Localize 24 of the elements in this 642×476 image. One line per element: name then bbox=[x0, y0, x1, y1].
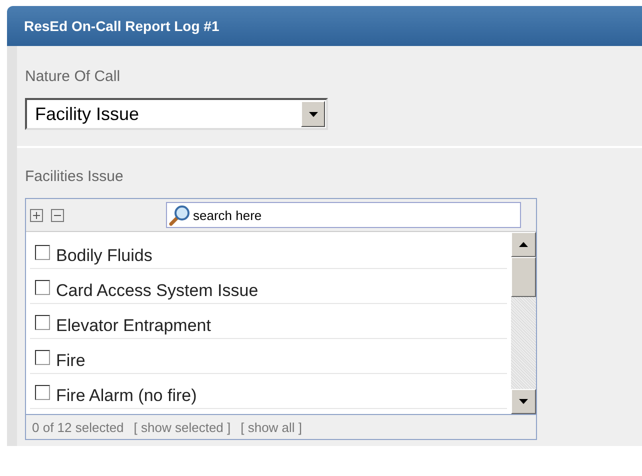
search-icon bbox=[169, 204, 191, 226]
option-label[interactable]: Fire Alarm (no fire) bbox=[56, 386, 197, 406]
checkbox[interactable] bbox=[35, 245, 50, 260]
show-all-link[interactable]: [ show all ] bbox=[240, 420, 302, 434]
field-label: Facilities Issue bbox=[25, 168, 124, 185]
option-label[interactable]: Card Access System Issue bbox=[56, 281, 258, 301]
window-title: ResEd On-Call Report Log #1 bbox=[24, 18, 220, 34]
scrollbar[interactable] bbox=[511, 232, 536, 414]
nature-select[interactable]: Facility Issue bbox=[25, 98, 328, 130]
scroll-down-icon[interactable] bbox=[519, 399, 528, 404]
checkbox[interactable] bbox=[35, 315, 50, 330]
option-label[interactable]: Bodily Fluids bbox=[56, 246, 152, 266]
option-label[interactable]: Elevator Entrapment bbox=[56, 316, 211, 336]
show-selected-link[interactable]: [ show selected ] bbox=[134, 420, 231, 434]
expand-icon[interactable] bbox=[30, 208, 43, 222]
scroll-up-icon[interactable] bbox=[519, 242, 528, 247]
collapse-icon[interactable] bbox=[51, 208, 64, 222]
checkbox[interactable] bbox=[35, 280, 50, 295]
field-label: Nature Of Call bbox=[25, 68, 122, 85]
checkbox[interactable] bbox=[35, 385, 50, 400]
option-label[interactable]: Fire bbox=[56, 351, 86, 371]
scroll-thumb[interactable] bbox=[511, 257, 536, 297]
checkbox[interactable] bbox=[35, 350, 50, 365]
selection-count: 0 of 12 selected bbox=[32, 420, 124, 434]
